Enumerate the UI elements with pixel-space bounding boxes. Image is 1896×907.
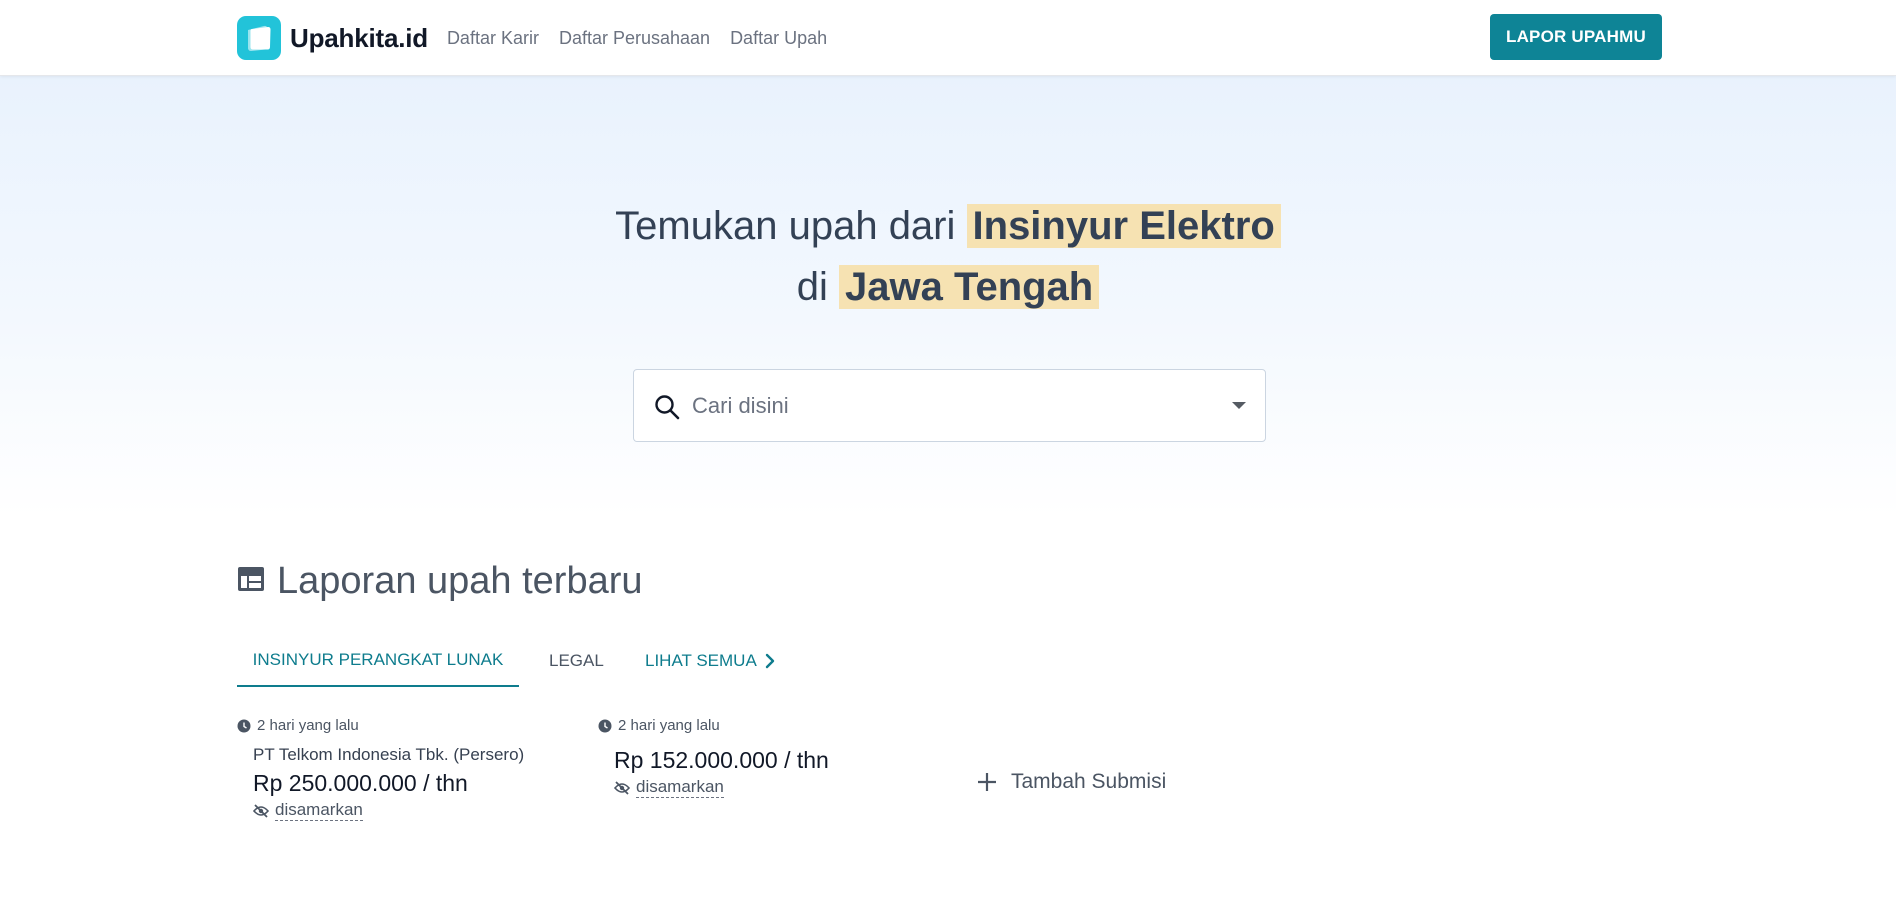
tambah-submisi-label: Tambah Submisi [1011,770,1167,793]
eye-off-icon [614,780,630,795]
table-icon [237,566,265,597]
card-anon: disamarkan [614,777,829,798]
lapor-upahmu-button[interactable]: LAPOR UPAHMU [1490,14,1662,60]
plus-icon [978,773,996,791]
search-input[interactable] [692,388,1212,424]
nav-link-daftar-karir[interactable]: Daftar Karir [447,28,539,49]
search-icon [654,394,680,425]
hero-headline-line1: Temukan upah dari Insinyur Elektro [0,198,1896,254]
salary-card[interactable]: 2 hari yang lalu PT Telkom Indonesia Tbk… [237,717,524,821]
tab-lihat-semua[interactable]: LIHAT SEMUA [645,634,775,687]
tab-legal[interactable]: LEGAL [549,634,604,687]
tambah-submisi-button[interactable]: Tambah Submisi [977,770,1166,794]
hero-line2-prefix: di [796,265,828,309]
brand-name: Upahkita.id [290,22,428,53]
hero-job-highlight: Insinyur Elektro [966,204,1281,248]
card-anon-label[interactable]: disamarkan [636,777,724,798]
lihat-semua-label: LIHAT SEMUA [645,650,757,670]
caret-down-icon[interactable] [1232,402,1246,409]
card-salary: Rp 250.000.000 / thn [253,770,468,796]
hero-headline-line2: di Jawa Tengah [0,259,1896,315]
reports-tabs: INSINYUR PERANGKAT LUNAK LEGAL LIHAT SEM… [237,634,1237,687]
card-time: 2 hari yang lalu [618,717,720,734]
clock-icon [237,719,251,732]
logo[interactable]: Upahkita.id [237,16,428,60]
navbar-inner: Upahkita.id Daftar Karir Daftar Perusaha… [237,0,847,76]
card-company: PT Telkom Indonesia Tbk. (Persero) [253,745,525,764]
card-time: 2 hari yang lalu [257,717,359,734]
card-anon: disamarkan [253,800,524,821]
nav-links: Daftar Karir Daftar Perusahaan Daftar Up… [447,28,847,49]
card-time-row: 2 hari yang lalu [237,717,524,734]
hero-location-highlight: Jawa Tengah [839,265,1100,309]
card-time-row: 2 hari yang lalu [598,717,829,734]
chevron-right-icon [765,653,774,668]
section-title: Laporan upah terbaru [237,560,643,603]
clock-icon [598,719,612,732]
card-salary: Rp 152.000.000 / thn [614,747,829,773]
salary-card[interactable]: 2 hari yang lalu Rp 152.000.000 / thn di… [598,717,829,798]
nav-link-daftar-upah[interactable]: Daftar Upah [730,28,827,49]
card-anon-label[interactable]: disamarkan [275,800,363,821]
search-box[interactable] [633,369,1266,442]
tab-insinyur-perangkat-lunak[interactable]: INSINYUR PERANGKAT LUNAK [237,634,519,687]
eye-off-icon [253,803,269,818]
logo-icon [237,16,281,60]
nav-link-daftar-perusahaan[interactable]: Daftar Perusahaan [559,28,710,49]
reports-title: Laporan upah terbaru [277,560,643,602]
hero-line1-prefix: Temukan upah dari [615,204,956,248]
navbar: Upahkita.id Daftar Karir Daftar Perusaha… [0,0,1896,76]
